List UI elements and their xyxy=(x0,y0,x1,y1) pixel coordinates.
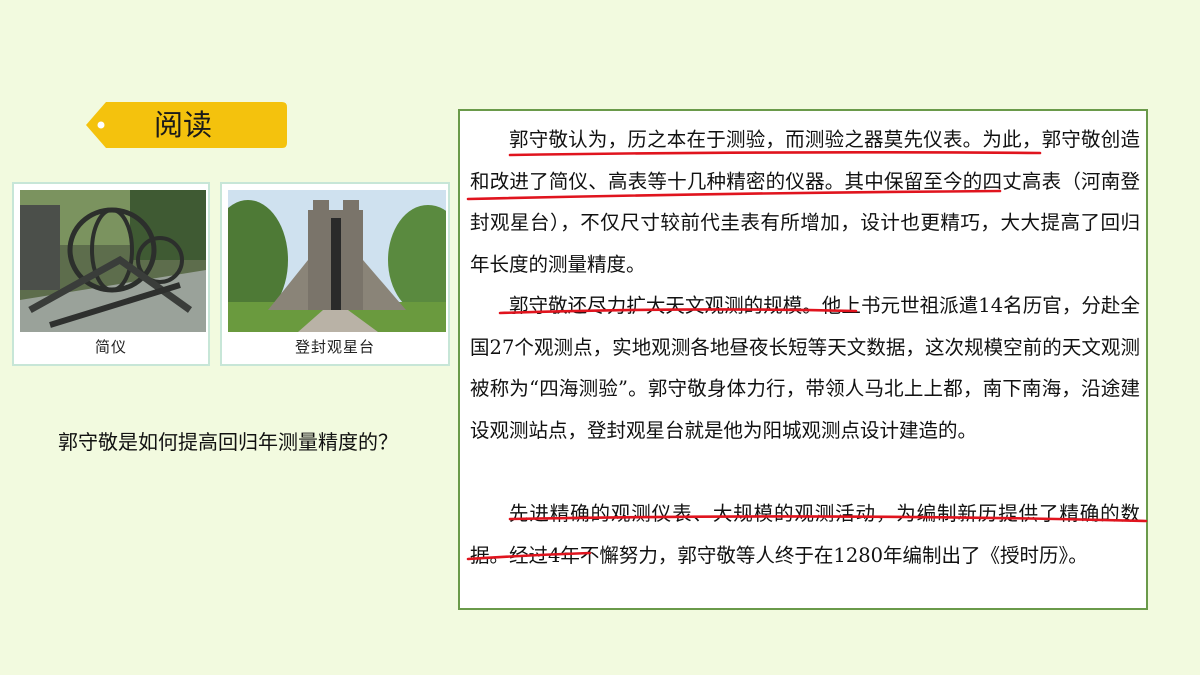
tag-hole-icon xyxy=(97,121,105,129)
reading-passage-box: 郭守敬认为，历之本在于测验，而测验之器莫先仪表。为此，郭守敬创造和改进了简仪、高… xyxy=(458,109,1148,610)
question-text: 郭守敬是如何提高回归年测量精度的？ xyxy=(58,430,398,454)
photo-card-armillary: 简仪 xyxy=(12,182,210,366)
photo-caption-armillary: 简仪 xyxy=(94,338,127,356)
photo-caption-observatory: 登封观星台 xyxy=(294,338,375,356)
tag-label: 阅读 xyxy=(154,108,213,142)
passage-paragraph: 先进精确的观测仪表、大规模的观测活动，为编制新历提供了精确的数据。经过4年不懈努… xyxy=(470,502,1140,567)
reading-tag: 阅读 xyxy=(84,100,288,150)
armillary-sphere-image xyxy=(20,190,206,332)
photo-card-observatory: 登封观星台 xyxy=(220,182,450,366)
observatory-image xyxy=(228,190,446,332)
passage-paragraph: 郭守敬认为，历之本在于测验，而测验之器莫先仪表。为此，郭守敬创造和改进了简仪、高… xyxy=(470,128,1140,276)
passage-paragraph: 郭守敬还尽力扩大天文观测的规模。他上书元世祖派遣14名历官，分赴全国27个观测点… xyxy=(470,294,1140,442)
